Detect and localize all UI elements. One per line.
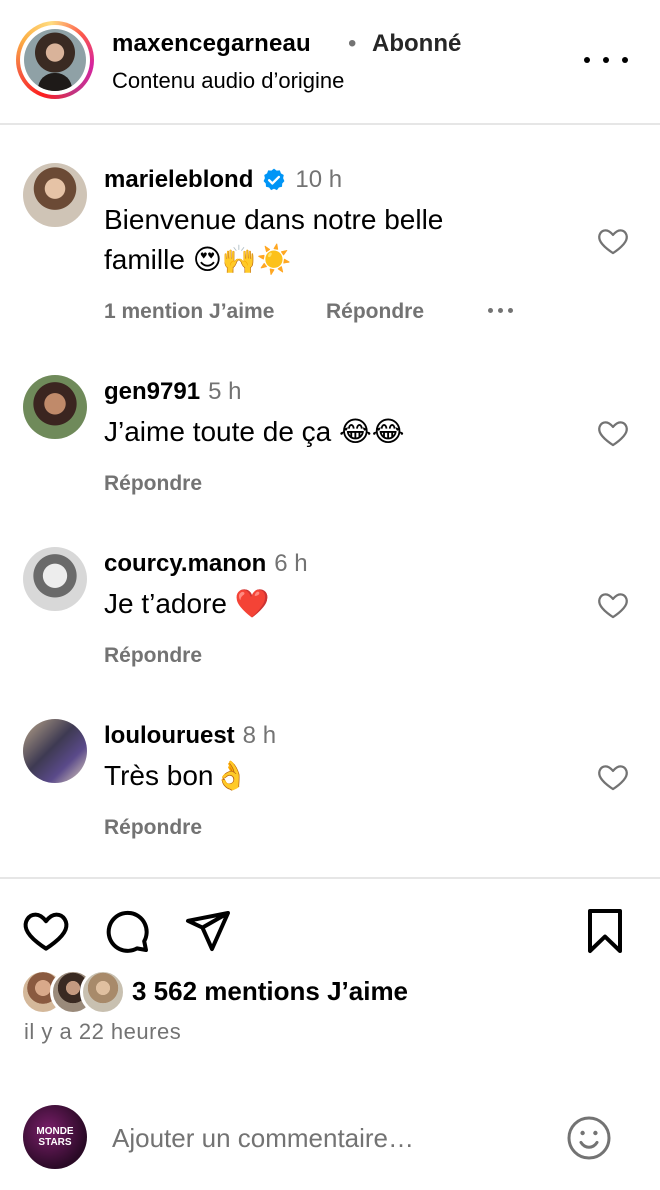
liked-by-avatars[interactable]	[20, 969, 130, 1015]
comment-time: 8 h	[242, 722, 277, 749]
comment-time: 5 h	[208, 378, 242, 405]
comment-username[interactable]: loulouruest	[104, 722, 235, 750]
comment-avatar[interactable]	[23, 163, 87, 227]
audio-label[interactable]: Contenu audio d’origine	[112, 68, 344, 94]
comment-username[interactable]: courcy.manon	[104, 550, 266, 578]
comment-text: Bienvenue dans notre belle famille 😍🙌☀️	[104, 204, 444, 275]
comment-header: marieleblond 10 h	[104, 166, 342, 194]
comment-header: loulouruest 8 h	[104, 722, 276, 750]
separator-dot: •	[348, 30, 357, 57]
verified-badge-icon	[263, 168, 285, 191]
comment-header: gen9791 5 h	[104, 378, 241, 406]
send-icon[interactable]	[184, 907, 232, 955]
comment-time: 6 h	[274, 550, 308, 577]
comment-likes[interactable]: 1 mention J’aime	[104, 300, 274, 324]
avatar-text: STARS	[38, 1137, 72, 1148]
comment-like-heart-icon[interactable]	[596, 224, 630, 258]
author-username[interactable]: maxencegarneau	[112, 30, 311, 58]
comment-like-heart-icon[interactable]	[596, 588, 630, 622]
comment-text: Très bon👌	[104, 760, 249, 791]
post-timestamp: il y a 22 heures	[24, 1019, 182, 1044]
header-divider	[0, 123, 660, 125]
current-user-avatar: MONDE STARS	[23, 1105, 87, 1169]
author-avatar	[24, 29, 86, 91]
reply-button[interactable]: Répondre	[104, 816, 202, 840]
avatar-text: MONDE	[36, 1126, 74, 1137]
comment-avatar[interactable]	[23, 719, 87, 783]
comment-avatar[interactable]	[23, 375, 87, 439]
reply-button[interactable]: Répondre	[326, 300, 424, 324]
follow-status[interactable]: Abonné	[372, 30, 461, 58]
bookmark-icon[interactable]	[581, 907, 629, 955]
story-ring[interactable]	[16, 21, 94, 99]
likes-count[interactable]: 3 562 mentions J’aime	[132, 976, 408, 1007]
comment-text: J’aime toute de ça 😂😂	[104, 416, 405, 447]
comment-username[interactable]: marieleblond	[104, 166, 253, 194]
smiley-icon[interactable]	[565, 1114, 613, 1162]
comments-divider	[0, 877, 660, 879]
comment-username[interactable]: gen9791	[104, 378, 200, 406]
reply-button[interactable]: Répondre	[104, 472, 202, 496]
comment-icon[interactable]	[103, 907, 151, 955]
add-comment-input[interactable]	[112, 1116, 532, 1160]
comment-avatar[interactable]	[23, 547, 87, 611]
comment-like-heart-icon[interactable]	[596, 416, 630, 450]
more-options-icon[interactable]	[584, 50, 628, 70]
comment-time: 10 h	[295, 166, 343, 193]
liker-avatar	[80, 969, 126, 1015]
reply-button[interactable]: Répondre	[104, 644, 202, 668]
comment-like-heart-icon[interactable]	[596, 760, 630, 794]
like-heart-icon[interactable]	[22, 907, 70, 955]
comment-header: courcy.manon 6 h	[104, 550, 308, 578]
comment-more-icon[interactable]	[488, 308, 513, 313]
comment-text: Je t’adore ❤️	[104, 588, 270, 619]
